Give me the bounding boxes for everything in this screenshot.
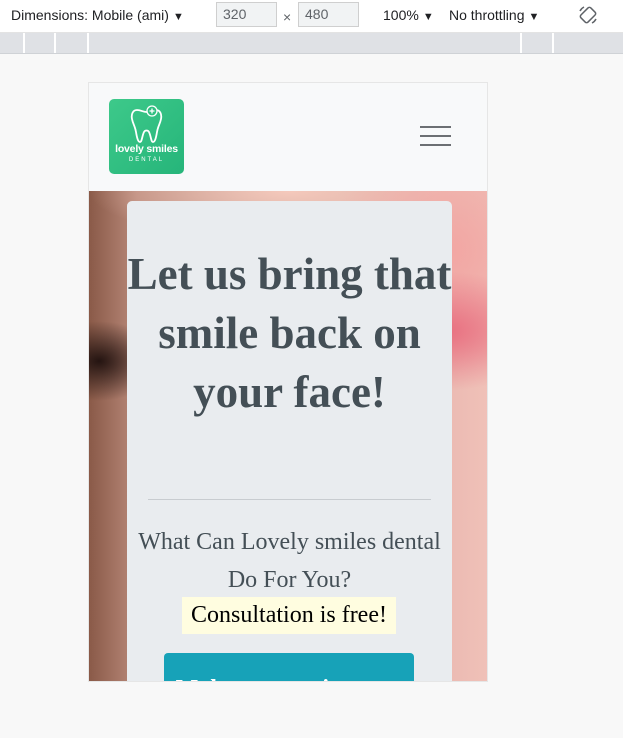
ruler-segment[interactable] xyxy=(522,33,554,53)
device-viewport: lovely smiles DENTAL Let us bring that s… xyxy=(88,82,488,682)
logo-subtitle: DENTAL xyxy=(128,157,165,163)
ruler-segment[interactable] xyxy=(0,33,25,53)
dimensions-dropdown[interactable]: Dimensions: Mobile (ami) ▼ xyxy=(11,0,184,32)
zoom-label: 100% xyxy=(383,7,419,23)
logo-wordmark: lovely smiles xyxy=(115,143,178,155)
times-symbol: × xyxy=(283,9,292,25)
ruler-segment[interactable] xyxy=(56,33,89,53)
hero-card: Let us bring that smile back on your fac… xyxy=(127,201,452,681)
dimensions-label: Dimensions: Mobile (ami) xyxy=(11,7,169,23)
hero-subtitle: What Can Lovely smiles dental Do For You… xyxy=(138,529,441,593)
tooth-icon xyxy=(130,105,163,143)
zoom-dropdown[interactable]: 100% ▼ xyxy=(383,0,434,32)
throttling-dropdown[interactable]: No throttling ▼ xyxy=(449,0,539,32)
ruler-segment[interactable] xyxy=(487,33,522,53)
free-consultation-badge: Consultation is free! xyxy=(182,597,396,634)
hero-headline: Let us bring that smile back on your fac… xyxy=(127,249,452,417)
rotate-icon[interactable] xyxy=(578,5,598,25)
chevron-down-icon: ▼ xyxy=(422,11,434,23)
site-navbar: lovely smiles DENTAL xyxy=(89,83,487,191)
brand-logo[interactable]: lovely smiles DENTAL xyxy=(109,99,184,174)
width-input[interactable]: 320 xyxy=(216,2,277,27)
ruler-segment[interactable] xyxy=(25,33,56,53)
hamburger-icon[interactable] xyxy=(416,119,456,153)
hero-section: Let us bring that smile back on your fac… xyxy=(89,191,487,681)
chevron-down-icon: ▼ xyxy=(172,11,184,23)
devtools-device-toolbar: Dimensions: Mobile (ami) ▼ 320 × 480 100%… xyxy=(0,0,623,33)
throttling-label: No throttling xyxy=(449,7,525,23)
divider xyxy=(148,499,431,500)
height-input[interactable]: 480 xyxy=(298,2,359,27)
media-query-ruler[interactable] xyxy=(0,33,623,54)
make-appointment-button[interactable]: Make an appointment xyxy=(164,653,414,681)
chevron-down-icon: ▼ xyxy=(528,11,540,23)
